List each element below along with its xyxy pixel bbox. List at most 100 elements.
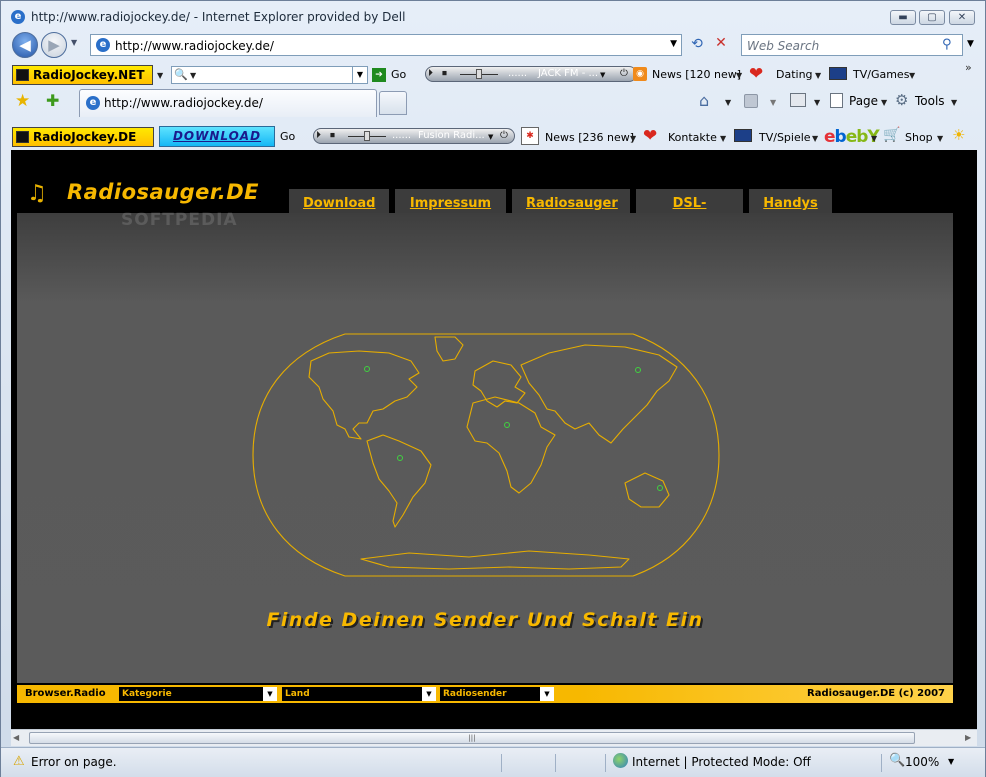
radiojockey-net-button[interactable]: RadioJockey.NET: [12, 65, 153, 85]
page-dropdown-icon[interactable]: ▼: [881, 98, 887, 107]
category-dropdown-icon[interactable]: ▼: [263, 687, 277, 701]
toolbar3-contacts[interactable]: Kontakte: [668, 131, 717, 144]
globe-icon: [613, 753, 628, 768]
toolbar3-go[interactable]: Go: [280, 130, 295, 143]
nav-tab-dsl-preise[interactable]: DSL-Preise: [636, 189, 743, 241]
magnifier-icon: 🔍: [174, 68, 188, 81]
rss-icon: ◉: [633, 67, 647, 81]
category-select[interactable]: Kategorie ▼: [119, 687, 277, 701]
station-select[interactable]: Radiosender ▼: [440, 687, 554, 701]
forward-button[interactable]: ▶: [41, 32, 67, 58]
toolbar3-station[interactable]: Fusion Radi...: [418, 129, 485, 143]
stop-icon-2[interactable]: ⏹: [330, 129, 335, 143]
dating-dropdown-icon[interactable]: ▼: [815, 71, 821, 80]
volume-knob[interactable]: [476, 69, 482, 79]
horizontal-scrollbar[interactable]: ◀ ||| ▶: [11, 729, 977, 746]
player-power-icon[interactable]: ⏻: [620, 67, 628, 81]
home-dropdown-icon[interactable]: ▼: [725, 98, 731, 107]
scrollbar-thumb[interactable]: |||: [29, 732, 915, 744]
nav-tab-impressum[interactable]: Impressum: [395, 189, 506, 213]
search-dropdown-icon[interactable]: ▼: [967, 39, 974, 49]
toolbar3-tv[interactable]: TV/Spiele: [759, 131, 811, 144]
page-menu[interactable]: Page: [849, 94, 878, 108]
player-power-icon-2[interactable]: ⏻: [500, 129, 508, 143]
station-marker-australia: [657, 485, 663, 491]
download-button[interactable]: DOWNLOAD: [159, 126, 275, 147]
shop-dropdown-icon[interactable]: ▼: [937, 134, 943, 143]
back-button[interactable]: ◀: [12, 32, 38, 58]
country-dropdown-icon[interactable]: ▼: [422, 687, 436, 701]
tvgames-dropdown-icon[interactable]: ▼: [909, 71, 915, 80]
site-logo[interactable]: Radiosauger.DE: [67, 180, 259, 204]
status-text[interactable]: Error on page.: [31, 755, 117, 769]
station-dropdown-icon-2[interactable]: ▼: [488, 130, 493, 144]
feeds-icon[interactable]: [744, 94, 758, 108]
play-icon[interactable]: ⏵: [428, 67, 433, 81]
search-icon[interactable]: ⚲: [942, 37, 952, 52]
toolbar1-go[interactable]: Go: [391, 68, 406, 81]
scroll-left-icon[interactable]: ◀: [13, 733, 19, 742]
nav-tab-handys[interactable]: Handys: [749, 189, 832, 213]
nav-tab-download[interactable]: Download: [289, 189, 389, 213]
minimize-button[interactable]: ▬: [890, 10, 916, 25]
brand-dropdown-icon[interactable]: ▼: [157, 71, 163, 80]
tools-menu[interactable]: Tools: [915, 94, 945, 108]
country-select[interactable]: Land ▼: [282, 687, 436, 701]
print-dropdown-icon[interactable]: ▼: [814, 98, 820, 107]
station-dropdown-icon-3[interactable]: ▼: [540, 687, 554, 701]
close-button[interactable]: ✕: [949, 10, 975, 25]
security-zone[interactable]: Internet | Protected Mode: Off: [632, 755, 811, 769]
ebay-dropdown-icon[interactable]: ▼: [871, 134, 877, 143]
news-dropdown-icon-2[interactable]: ▼: [630, 134, 636, 143]
search-input[interactable]: Web Search ⚲: [741, 34, 963, 56]
go-arrow-icon[interactable]: ➔: [372, 68, 386, 82]
address-dropdown-icon[interactable]: ▼: [670, 39, 677, 49]
chevron-more-icon[interactable]: »: [965, 61, 972, 74]
world-map[interactable]: [249, 331, 723, 579]
tools-dropdown-icon[interactable]: ▼: [951, 98, 957, 107]
home-icon[interactable]: ⌂: [699, 91, 709, 110]
favorites-star-icon[interactable]: ★: [15, 91, 30, 111]
search-engine-dropdown-icon[interactable]: ▼: [190, 71, 196, 80]
radiojockey-de-button[interactable]: RadioJockey.DE: [12, 127, 154, 147]
ie-logo-icon: e: [11, 10, 25, 24]
toolbar3-shop[interactable]: Shop: [905, 131, 933, 144]
feeds-dropdown-icon[interactable]: ▼: [770, 98, 776, 107]
zoom-dropdown-icon[interactable]: ▼: [948, 757, 954, 766]
radio-player-2: ⏵ ⏹ ...... Fusion Radi... ▼ ⏻: [313, 128, 515, 144]
refresh-button[interactable]: ⟲: [687, 36, 707, 54]
stop-button[interactable]: ✕: [711, 35, 731, 55]
contacts-dropdown-icon[interactable]: ▼: [720, 134, 726, 143]
play-icon-2[interactable]: ⏵: [316, 129, 321, 143]
address-text[interactable]: http://www.radiojockey.de/: [115, 39, 274, 53]
warning-icon[interactable]: ⚠: [13, 754, 25, 769]
history-dropdown-icon[interactable]: ▼: [71, 38, 77, 47]
add-favorites-icon[interactable]: ✚: [46, 91, 59, 110]
tab-radiojockey[interactable]: e http://www.radiojockey.de/: [79, 89, 377, 117]
volume-knob-2[interactable]: [364, 131, 370, 141]
toolbar1-dating[interactable]: Dating: [776, 68, 813, 81]
weather-icon[interactable]: ☀: [952, 126, 965, 144]
search-history-dropdown-icon[interactable]: ▼: [352, 67, 367, 83]
country-select-value: Land: [285, 689, 310, 699]
toolbar3-news[interactable]: News [236 new]: [545, 131, 634, 144]
stop-icon[interactable]: ⏹: [442, 67, 447, 81]
toolbar1-tvgames[interactable]: TV/Games: [853, 68, 909, 81]
news-dropdown-icon[interactable]: ▼: [736, 71, 742, 80]
zoom-level[interactable]: 100%: [905, 755, 939, 769]
nav-tab-radiosauger[interactable]: Radiosauger: [512, 189, 630, 213]
category-select-value: Kategorie: [122, 689, 172, 699]
new-tab-button[interactable]: [379, 91, 407, 115]
scroll-right-icon[interactable]: ▶: [965, 733, 971, 742]
address-bar[interactable]: e http://www.radiojockey.de/ ▼: [90, 34, 682, 56]
station-dropdown-icon[interactable]: ▼: [600, 68, 605, 82]
search-placeholder: Web Search: [747, 39, 820, 53]
print-icon[interactable]: [790, 93, 806, 107]
toolbar1-news[interactable]: News [120 new]: [652, 68, 741, 81]
maximize-button[interactable]: ▢: [919, 10, 945, 25]
toolbar1-station[interactable]: JACK FM - ...: [538, 67, 624, 81]
map-outline: [252, 333, 720, 577]
status-divider: [501, 754, 502, 772]
tv-dropdown-icon[interactable]: ▼: [812, 134, 818, 143]
toolbar-search-input[interactable]: 🔍 ▼ ▼: [171, 66, 368, 84]
